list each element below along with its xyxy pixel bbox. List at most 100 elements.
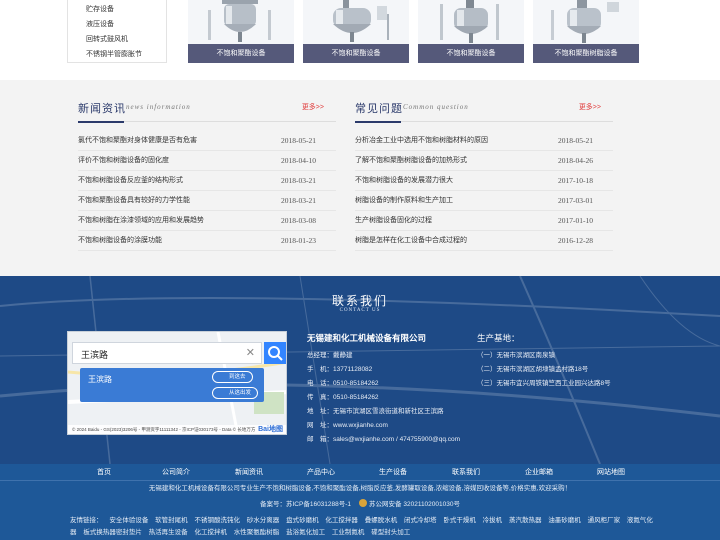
category-item[interactable]: 液压设备 [68, 17, 166, 32]
faq-header: 常见问题 Common question 更多>> [355, 100, 613, 123]
news-item-title[interactable]: 评价不饱和树脂设备的固化度 [78, 151, 169, 171]
news-section: 新闻资讯 news information 更多>> 氯代不饱和聚酯对身体健康是… [0, 80, 720, 276]
news-item[interactable]: 氯代不饱和聚酯对身体健康是否有危害 2018-05-21 [78, 131, 336, 151]
category-item[interactable]: 贮存设备 [68, 2, 166, 17]
friend-link[interactable]: 水性聚氨酯树脂 [234, 529, 280, 536]
news-item-date: 2018-03-21 [281, 176, 316, 185]
news-item[interactable]: 评价不饱和树脂设备的固化度 2018-04-10 [78, 151, 336, 171]
friend-link[interactable]: 软管封尾机 [155, 517, 188, 524]
news-header: 新闻资讯 news information 更多>> [78, 100, 336, 123]
friend-link[interactable]: 工业制氮机 [332, 529, 365, 536]
faq-item[interactable]: 树脂是怎样在化工设备中合成过程的 2016-12-28 [355, 231, 613, 251]
footer-nav: 首页 公司简介 新闻资讯 产品中心 生产设备 联系我们 企业邮箱 网站地图 [0, 464, 720, 481]
reactor-image [533, 0, 639, 44]
news-item-date: 2018-03-08 [281, 216, 316, 225]
faq-item-date: 2018-04-26 [558, 156, 593, 165]
news-item[interactable]: 不饱和树脂在涂漆领域的应用和发展趋势 2018-03-08 [78, 211, 336, 231]
friend-links-label: 友情链接： [70, 517, 103, 524]
info-row-email: 邮 箱：sales@wxjianhe.com / 474755900@qq.co… [307, 433, 467, 447]
friend-link[interactable]: 油墨砂磨机 [548, 517, 581, 524]
faq-item-title[interactable]: 分析冶金工业中选用不饱和树脂材料的原因 [355, 131, 488, 151]
product-card[interactable]: 不饱和聚酯设备 [418, 0, 524, 63]
faq-more-link[interactable]: 更多>> [579, 102, 601, 112]
footer-record: 备案号：苏ICP备16031288号-1 苏公网安备 32021102001030… [0, 498, 720, 508]
faq-item-title[interactable]: 不饱和树脂设备的发展潜力很大 [355, 171, 453, 191]
friend-link[interactable]: 叠螺脱水机 [365, 517, 398, 524]
product-card[interactable]: 不饱和聚酯设备 [303, 0, 409, 63]
map-search-button[interactable] [264, 342, 286, 364]
footer-nav-contact[interactable]: 联系我们 [452, 464, 480, 481]
reactor-image [418, 0, 524, 44]
product-card[interactable]: 不饱和聚酯设备 [188, 0, 294, 63]
category-list: 贮存设备 液压设备 回转式鼓风机 不锈钢半管膨胀节 [67, 0, 167, 63]
friend-link[interactable]: 化工搅拌机 [194, 529, 227, 536]
email-link[interactable]: sales@wxjianhe.com / 474755900@qq.com [333, 436, 460, 443]
friend-link[interactable]: 热活再生设备 [149, 529, 188, 536]
footer-nav-news[interactable]: 新闻资讯 [235, 464, 263, 481]
friend-link[interactable]: 闭式冷却塔 [404, 517, 437, 524]
info-value: 13771128082 [333, 366, 373, 373]
friend-link[interactable]: 安全体验设备 [109, 517, 148, 524]
footer-nav-home[interactable]: 首页 [97, 464, 111, 481]
police-badge-icon [359, 499, 368, 507]
friend-link[interactable]: 不锈钢酸洗钝化 [194, 517, 240, 524]
friend-link[interactable]: 通风柜厂家 [588, 517, 621, 524]
friend-link[interactable]: 化工搅拌器 [325, 517, 358, 524]
news-item-title[interactable]: 不饱和树脂设备的涂膜功能 [78, 231, 162, 251]
contact-title: 联系我们 [331, 294, 388, 308]
search-icon [268, 346, 283, 361]
news-item[interactable]: 不饱和聚酯设备具有较好的力学性能 2018-03-21 [78, 191, 336, 211]
faq-subtitle: Common question [403, 103, 469, 111]
faq-item[interactable]: 分析冶金工业中选用不饱和树脂材料的原因 2018-05-21 [355, 131, 613, 151]
friend-link[interactable]: 碟型封头加工 [371, 529, 410, 536]
news-more-link[interactable]: 更多>> [302, 102, 324, 112]
info-row-address: 地 址：无锡市滨湖区雪浪街道和新社区王滨路 [307, 405, 467, 419]
news-item[interactable]: 不饱和树脂设备反应釜的结构形式 2018-03-21 [78, 171, 336, 191]
info-key: 传 真： [307, 394, 333, 401]
news-item-title[interactable]: 不饱和聚酯设备具有较好的力学性能 [78, 191, 190, 211]
baidu-map-logo: Bai地图 [258, 426, 283, 433]
route-to-button[interactable]: 到这去 [212, 371, 253, 383]
route-from-button[interactable]: 从这出发 [212, 387, 259, 399]
faq-item[interactable]: 了解不饱和聚酯树脂设备的加热形式 2018-04-26 [355, 151, 613, 171]
friend-link[interactable]: 卧式干燥机 [443, 517, 476, 524]
faq-item-title[interactable]: 树脂是怎样在化工设备中合成过程的 [355, 231, 467, 251]
friend-link[interactable]: 蒸汽散热器 [509, 517, 542, 524]
friend-link[interactable]: 板式换热器密封垫片 [83, 529, 142, 536]
news-item-title[interactable]: 氯代不饱和聚酯对身体健康是否有危害 [78, 131, 197, 151]
footer-nav-mail[interactable]: 企业邮箱 [525, 464, 553, 481]
product-caption: 不饱和聚酯树脂设备 [533, 44, 639, 63]
news-item-title[interactable]: 不饱和树脂设备反应釜的结构形式 [78, 171, 183, 191]
friend-link[interactable]: 盘式砂磨机 [286, 517, 319, 524]
friend-link[interactable]: 砂水分离器 [247, 517, 280, 524]
icp-link[interactable]: 苏ICP备16031288号-1 [286, 501, 351, 508]
footer-nav-equipment[interactable]: 生产设备 [379, 464, 407, 481]
friend-link[interactable]: 冷拔机 [483, 517, 503, 524]
info-row-phone: 电 话：0510-85184262 [307, 377, 467, 391]
news-item-date: 2018-01-23 [281, 236, 316, 245]
footer-nav-products[interactable]: 产品中心 [307, 464, 335, 481]
police-link[interactable]: 苏公网安备 32021102001030号 [369, 501, 460, 508]
news-item[interactable]: 不饱和树脂设备的涂膜功能 2018-01-23 [78, 231, 336, 251]
map-result-card[interactable]: 王滨路 到这去 从这出发 [80, 368, 264, 402]
close-icon[interactable]: ✕ [246, 346, 255, 359]
faq-item-title[interactable]: 生产树脂设备固化的过程 [355, 211, 432, 231]
map-search-input[interactable] [81, 346, 231, 362]
footer-nav-sitemap[interactable]: 网站地图 [597, 464, 625, 481]
faq-item-title[interactable]: 树脂设备的制作原料和生产加工 [355, 191, 453, 211]
faq-item[interactable]: 树脂设备的制作原料和生产加工 2017-03-01 [355, 191, 613, 211]
friend-link[interactable]: 盐浴氮化加工 [286, 529, 325, 536]
info-value: 戴静建 [333, 352, 353, 359]
faq-item[interactable]: 生产树脂设备固化的过程 2017-01-10 [355, 211, 613, 231]
faq-item-title[interactable]: 了解不饱和聚酯树脂设备的加热形式 [355, 151, 467, 171]
footer-nav-about[interactable]: 公司简介 [162, 464, 190, 481]
category-item[interactable]: 回转式鼓风机 [68, 32, 166, 47]
baidu-map[interactable]: ✕ 王滨路 到这去 从这出发 © 2024 Baidu - GS(2023)32… [67, 331, 287, 435]
info-key: 电 话： [307, 380, 333, 387]
news-item-title[interactable]: 不饱和树脂在涂漆领域的应用和发展趋势 [78, 211, 204, 231]
category-item[interactable]: 不锈钢半管膨胀节 [68, 47, 166, 62]
product-card[interactable]: 不饱和聚酯树脂设备 [533, 0, 639, 63]
company-info: 无锡建和化工机械设备有限公司 总经理：戴静建 手 机：13771128082 电… [307, 332, 467, 447]
website-link[interactable]: www.wxjianhe.com [333, 422, 388, 429]
faq-item[interactable]: 不饱和树脂设备的发展潜力很大 2017-10-18 [355, 171, 613, 191]
